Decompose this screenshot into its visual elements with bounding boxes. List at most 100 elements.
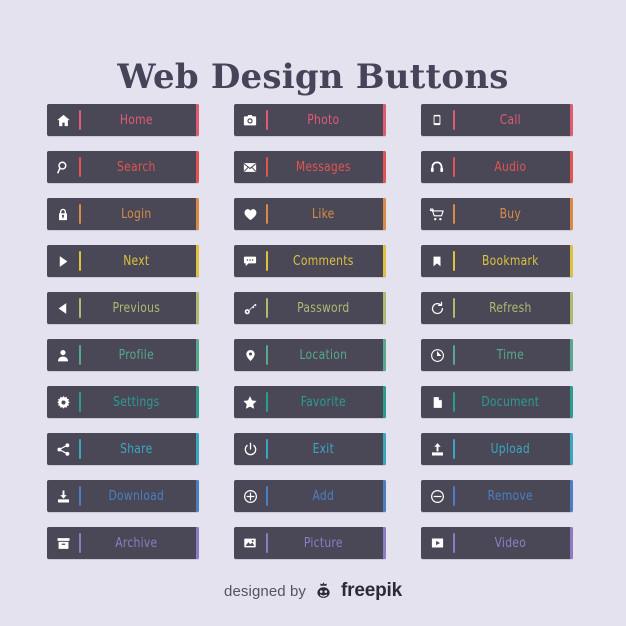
button-divider: [79, 345, 81, 365]
button-document[interactable]: Document: [421, 386, 573, 418]
button-picture[interactable]: Picture: [234, 527, 386, 559]
button-label: Archive: [115, 535, 158, 551]
button-accent-edge: [196, 245, 199, 277]
button-divider: [266, 251, 268, 271]
button-archive[interactable]: Archive: [47, 527, 199, 559]
button-audio[interactable]: Audio: [421, 151, 573, 183]
button-accent-edge: [196, 433, 199, 465]
button-label: Upload: [490, 441, 530, 457]
button-divider: [453, 392, 455, 412]
button-favorite[interactable]: Favorite: [234, 386, 386, 418]
button-accent-edge: [196, 151, 199, 183]
button-accent-edge: [570, 292, 573, 324]
button-divider: [79, 157, 81, 177]
button-accent-edge: [196, 386, 199, 418]
button-label: Search: [117, 159, 156, 175]
button-divider: [79, 533, 81, 553]
button-accent-edge: [570, 339, 573, 371]
plus-circle-icon: [234, 480, 266, 512]
key-icon: [234, 292, 266, 324]
button-accent-edge: [196, 198, 199, 230]
button-label: Add: [312, 488, 335, 504]
button-bookmark[interactable]: Bookmark: [421, 245, 573, 277]
button-profile[interactable]: Profile: [47, 339, 199, 371]
heart-icon: [234, 198, 266, 230]
phone-icon: [421, 104, 453, 136]
button-divider: [453, 298, 455, 318]
button-label: Audio: [494, 159, 527, 175]
button-label: Call: [499, 112, 521, 128]
button-refresh[interactable]: Refresh: [421, 292, 573, 324]
button-accent-edge: [383, 433, 386, 465]
button-grid: Home Photo Call Search Messages Audio Login Lik…: [47, 104, 579, 559]
button-label: Login: [121, 206, 152, 222]
button-label: Comments: [293, 253, 354, 269]
button-search[interactable]: Search: [47, 151, 199, 183]
button-settings[interactable]: Settings: [47, 386, 199, 418]
button-divider: [266, 392, 268, 412]
button-label: Share: [120, 441, 153, 457]
button-label: Document: [481, 394, 540, 410]
designed-by-label: designed by: [224, 582, 307, 600]
power-icon: [234, 433, 266, 465]
map-pin-icon: [234, 339, 266, 371]
button-label: Bookmark: [481, 253, 539, 269]
play-right-icon: [47, 245, 79, 277]
button-comments[interactable]: Comments: [234, 245, 386, 277]
button-label: Refresh: [489, 300, 532, 316]
button-accent-edge: [570, 433, 573, 465]
button-divider: [266, 298, 268, 318]
button-like[interactable]: Like: [234, 198, 386, 230]
button-accent-edge: [383, 527, 386, 559]
minus-circle-icon: [421, 480, 453, 512]
play-left-icon: [47, 292, 79, 324]
button-previous[interactable]: Previous: [47, 292, 199, 324]
camera-icon: [234, 104, 266, 136]
share-icon: [47, 433, 79, 465]
button-divider: [453, 110, 455, 130]
button-label: Video: [494, 535, 527, 551]
button-video[interactable]: Video: [421, 527, 573, 559]
button-add[interactable]: Add: [234, 480, 386, 512]
button-login[interactable]: Login: [47, 198, 199, 230]
button-location[interactable]: Location: [234, 339, 386, 371]
bookmark-icon: [421, 245, 453, 277]
button-accent-edge: [196, 292, 199, 324]
button-label: Like: [312, 206, 335, 222]
button-divider: [453, 204, 455, 224]
button-accent-edge: [570, 198, 573, 230]
button-label: Picture: [303, 535, 343, 551]
button-call[interactable]: Call: [421, 104, 573, 136]
button-divider: [79, 110, 81, 130]
button-next[interactable]: Next: [47, 245, 199, 277]
button-messages[interactable]: Messages: [234, 151, 386, 183]
button-divider: [266, 157, 268, 177]
button-remove[interactable]: Remove: [421, 480, 573, 512]
button-download[interactable]: Download: [47, 480, 199, 512]
button-upload[interactable]: Upload: [421, 433, 573, 465]
button-password[interactable]: Password: [234, 292, 386, 324]
button-share[interactable]: Share: [47, 433, 199, 465]
button-label: Next: [123, 253, 150, 269]
button-label: Exit: [312, 441, 335, 457]
button-accent-edge: [570, 527, 573, 559]
button-label: Home: [119, 112, 153, 128]
button-divider: [79, 298, 81, 318]
button-divider: [266, 204, 268, 224]
button-home[interactable]: Home: [47, 104, 199, 136]
button-accent-edge: [383, 480, 386, 512]
button-accent-edge: [383, 386, 386, 418]
button-time[interactable]: Time: [421, 339, 573, 371]
button-exit[interactable]: Exit: [234, 433, 386, 465]
button-photo[interactable]: Photo: [234, 104, 386, 136]
button-divider: [453, 157, 455, 177]
button-accent-edge: [196, 480, 199, 512]
button-divider: [79, 251, 81, 271]
button-label: Password: [297, 300, 350, 316]
button-divider: [453, 345, 455, 365]
button-buy[interactable]: Buy: [421, 198, 573, 230]
button-accent-edge: [196, 104, 199, 136]
clock-icon: [421, 339, 453, 371]
button-label: Remove: [487, 488, 533, 504]
button-accent-edge: [570, 245, 573, 277]
